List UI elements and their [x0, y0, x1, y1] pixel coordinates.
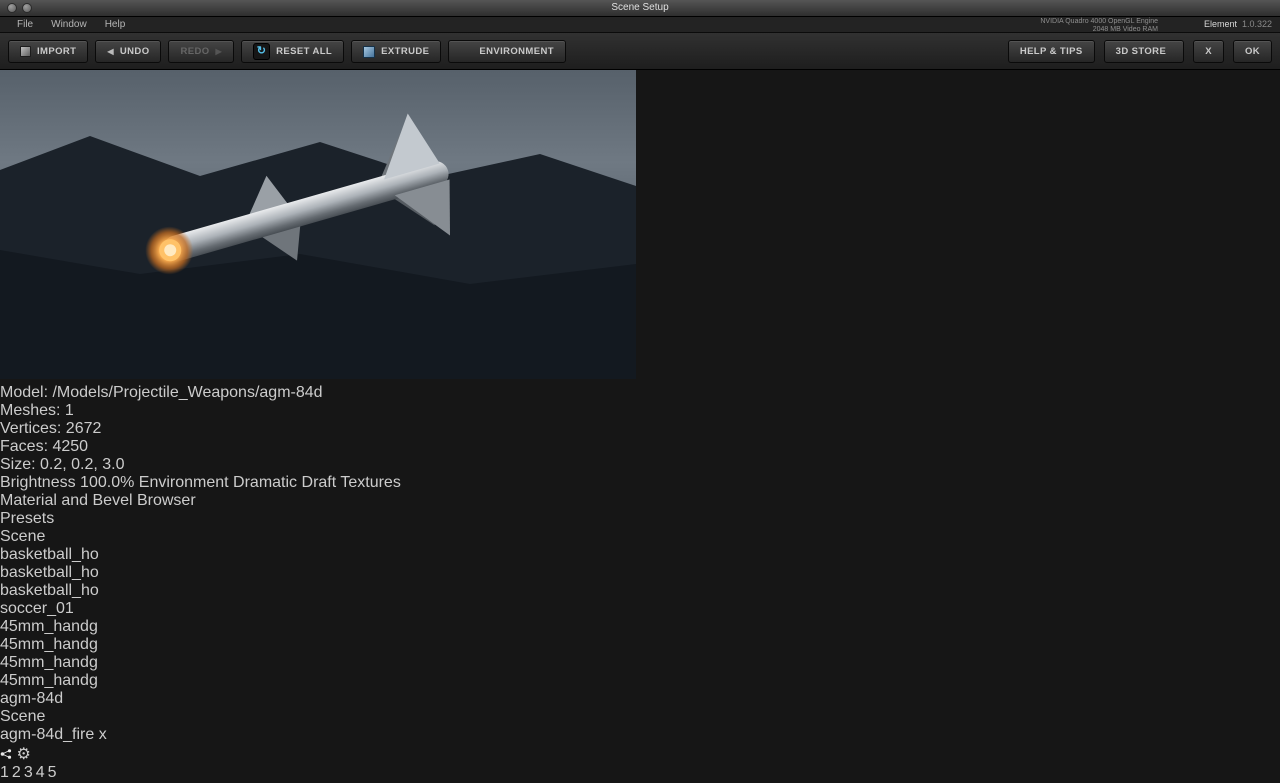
material-item[interactable]: basketball_ho	[0, 546, 1280, 564]
scene-toolbar: ⚙ 12345	[0, 744, 1280, 782]
redo-icon: ▶	[216, 47, 223, 56]
preview-viewport[interactable]: Model: /Models/Projectile_Weapons/agm-84…	[0, 18, 1280, 474]
material-label: basketball_ho	[0, 564, 1280, 582]
material-label: agm-84d	[0, 690, 1280, 708]
material-item[interactable]: soccer_01	[0, 600, 1280, 618]
menu-item[interactable]: Window	[42, 17, 96, 32]
cancel-button[interactable]: X	[1193, 40, 1224, 63]
preview-render	[0, 18, 636, 379]
app-version: Element1.0.322	[1204, 17, 1272, 32]
nodes-icon	[0, 749, 12, 759]
material-item[interactable]: 45mm_handg	[0, 618, 1280, 636]
extrude-cube-icon	[363, 46, 375, 58]
brightness-label: Brightness	[0, 474, 76, 491]
environment-preset-dropdown[interactable]: Dramatic	[233, 474, 301, 491]
material-label: 45mm_handg	[0, 672, 1280, 690]
menu-item[interactable]: Help	[96, 17, 135, 32]
material-browser-title: Material and Bevel Browser	[0, 492, 196, 509]
draft-textures-label: Draft Textures	[302, 474, 401, 491]
material-label: basketball_ho	[0, 582, 1280, 600]
menubar: FileWindowHelp NVIDIA Quadro 4000 OpenGL…	[0, 17, 1280, 33]
remove-object-button[interactable]: x	[99, 726, 107, 743]
environment-label: Environment	[139, 474, 229, 491]
environment-sphere-icon	[460, 45, 473, 58]
scene-object-name: agm-84d_fire	[0, 726, 94, 743]
main-toolbar: IMPORT ◀ UNDO REDO ▶ ↻ RESET ALL EXTRUDE…	[0, 33, 1280, 70]
group-button[interactable]: 4	[36, 764, 45, 782]
material-item[interactable]: basketball_ho	[0, 582, 1280, 600]
material-item[interactable]: 45mm_handg	[0, 654, 1280, 672]
store-button[interactable]: 3D STORE	[1104, 40, 1185, 63]
window-title: Scene Setup	[0, 0, 1280, 16]
material-label: 45mm_handg	[0, 618, 1280, 636]
material-label: basketball_ho	[0, 546, 1280, 564]
gear-icon: ⚙	[16, 746, 30, 763]
scene-panel: Scene agm-84d_fire x ⚙ 12345 Mater	[0, 708, 1280, 783]
environment-button[interactable]: ENVIRONMENT	[448, 40, 566, 63]
undo-icon: ◀	[107, 47, 114, 56]
scene-object-row[interactable]: agm-84d_fire x	[0, 726, 1280, 744]
material-tab[interactable]: Scene	[0, 528, 1280, 546]
group-button[interactable]: 1	[0, 764, 9, 782]
material-tabs: PresetsScene	[0, 510, 1280, 546]
import-icon	[20, 46, 31, 57]
preview-panel: Preview	[0, 0, 1280, 492]
group-button[interactable]: 5	[48, 764, 57, 782]
material-item[interactable]: agm-84d	[0, 690, 1280, 708]
material-tab[interactable]: Presets	[0, 510, 1280, 528]
reset-icon: ↻	[253, 43, 270, 60]
scene-title: Scene	[0, 708, 45, 725]
extrude-button[interactable]: EXTRUDE	[351, 40, 441, 63]
material-browser-body: basketball_ho basketball_ho basketball_h…	[0, 546, 1280, 708]
settings-button[interactable]: ⚙	[16, 746, 30, 763]
material-item[interactable]: basketball_ho	[0, 564, 1280, 582]
undo-button[interactable]: ◀ UNDO	[95, 40, 161, 63]
material-label: 45mm_handg	[0, 636, 1280, 654]
brightness-value[interactable]: 100.0%	[80, 474, 134, 491]
window-titlebar: Scene Setup	[0, 0, 1280, 17]
material-label: soccer_01	[0, 600, 1280, 618]
model-info-overlay: Model: /Models/Projectile_Weapons/agm-84…	[0, 384, 1280, 474]
material-browser-panel: Material and Bevel Browser PresetsScene …	[0, 492, 1280, 708]
hierarchy-button[interactable]	[0, 746, 16, 763]
material-item[interactable]: 45mm_handg	[0, 672, 1280, 690]
scene-content: agm-84d_fire x ⚙ 12345 Materials	[0, 726, 1280, 783]
import-button[interactable]: IMPORT	[8, 40, 88, 63]
material-label: 45mm_handg	[0, 654, 1280, 672]
preview-controls: Brightness 100.0% Environment Dramatic D…	[0, 474, 1280, 492]
menu-item[interactable]: File	[8, 17, 42, 32]
scene-panel-header: Scene	[0, 708, 1280, 726]
reset-all-button[interactable]: ↻ RESET ALL	[241, 40, 344, 63]
gpu-info: NVIDIA Quadro 4000 OpenGL Engine 2048 MB…	[1040, 18, 1158, 33]
material-panel-header: Material and Bevel Browser	[0, 492, 1280, 510]
redo-button[interactable]: REDO ▶	[168, 40, 234, 63]
group-button[interactable]: 3	[24, 764, 33, 782]
help-tips-button[interactable]: HELP & TIPS	[1008, 40, 1095, 63]
ok-button[interactable]: OK	[1233, 40, 1272, 63]
material-item[interactable]: 45mm_handg	[0, 636, 1280, 654]
group-button[interactable]: 2	[12, 764, 21, 782]
